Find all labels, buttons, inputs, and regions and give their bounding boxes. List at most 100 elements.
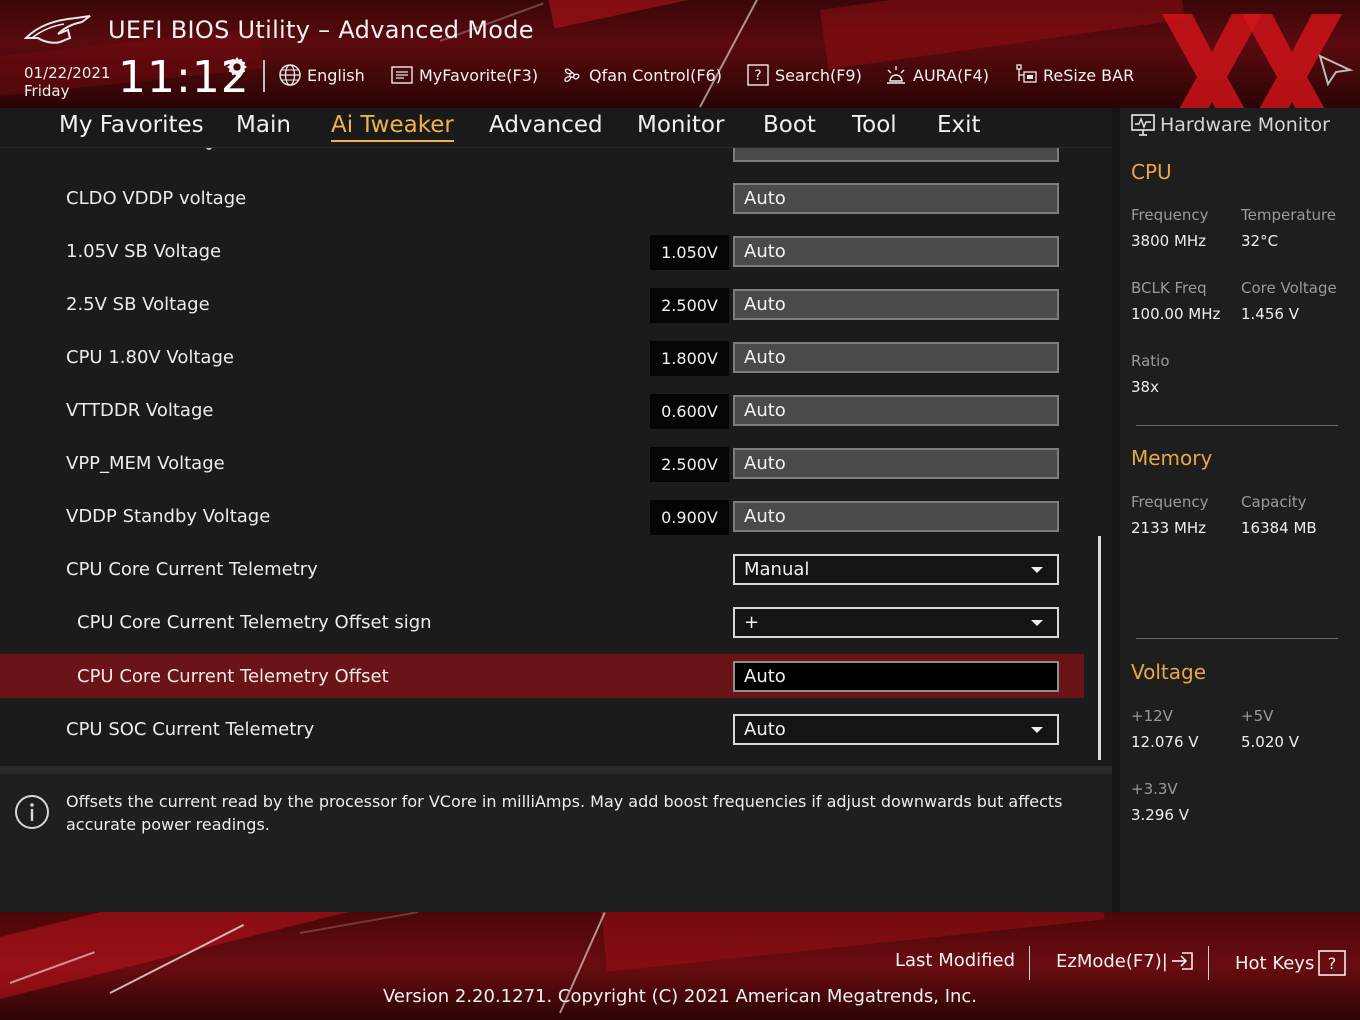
app-title: UEFI BIOS Utility – Advanced Mode [108,16,534,44]
dropdown-value: Auto [744,719,786,740]
setting-row-vttddr[interactable]: VTTDDR Voltage 0.600V Auto [0,388,1084,432]
tab-tool[interactable]: Tool [852,112,897,138]
setting-label: 2.5V SB Voltage [66,294,210,315]
v12-label: +12V [1131,707,1173,725]
hardware-monitor-title: Hardware Monitor [1160,114,1330,136]
setting-row-offset-selected[interactable]: CPU Core Current Telemetry Offset Auto [0,654,1084,698]
tab-exit[interactable]: Exit [937,112,981,138]
core-voltage-label: Core Voltage [1241,279,1337,297]
tab-boot[interactable]: Boot [763,112,816,138]
settings-list: CLDO VDDP voltage Auto 1.05V SB Voltage … [0,148,1112,766]
footer-divider [1208,946,1209,980]
chevron-down-icon [1031,727,1043,733]
chevron-down-icon [1031,620,1043,626]
chevron-down-icon [1031,567,1043,573]
setting-label: CPU Core Current Telemetry [66,559,318,580]
aura-label: AURA(F4) [913,65,989,85]
memory-capacity-label: Capacity [1241,493,1307,511]
qfan-control-label: Qfan Control(F6) [589,65,722,85]
current-voltage-readout: 0.600V [650,394,729,429]
ezmode-label: EzMode(F7)| [1056,950,1168,972]
voltage-heading: Voltage [1131,660,1207,684]
search-button[interactable]: ? Search(F9) [746,62,862,88]
myfavorite-label: MyFavorite(F3) [419,65,539,85]
dropdown-value: + [744,612,760,633]
setting-row-offset-sign[interactable]: CPU Core Current Telemetry Offset sign + [0,600,1084,644]
cpu-heading: CPU [1131,160,1172,184]
v33-label: +3.3V [1131,780,1178,798]
current-voltage-readout: 2.500V [650,288,729,323]
cpu-frequency-value: 3800 MHz [1131,232,1207,250]
ratio-label: Ratio [1131,352,1170,370]
hotkeys-label: Hot Keys [1235,952,1315,974]
setting-label: CPU Core Current Telemetry Offset sign [77,612,432,633]
qfan-control-button[interactable]: Qfan Control(F6) [560,62,722,88]
tab-main[interactable]: Main [236,112,291,138]
setting-value-field[interactable]: Auto [733,448,1059,479]
setting-value-field[interactable]: Auto [733,395,1059,426]
mouse-cursor-icon [1318,54,1354,87]
day-text: Friday [24,82,70,100]
setting-row-cpu-soc-current-telemetry[interactable]: CPU SOC Current Telemetry Auto [0,707,1084,751]
help-panel: Offsets the current read by the processo… [0,774,1112,912]
setting-value-input[interactable]: Auto [733,661,1059,692]
tab-monitor[interactable]: Monitor [637,112,724,138]
setting-row-vpp-mem[interactable]: VPP_MEM Voltage 2.500V Auto [0,441,1084,485]
hotkeys-button[interactable]: Hot Keys ? [1235,950,1347,976]
header-divider [263,60,265,92]
resize-bar-icon [1016,64,1037,83]
ezmode-button[interactable]: EzMode(F7)| [1056,950,1196,972]
current-voltage-readout: 1.800V [650,341,729,376]
v5-label: +5V [1241,707,1274,725]
partial-row-label [66,148,216,156]
tab-ai-tweaker[interactable]: Ai Tweaker [331,112,454,142]
memory-frequency-value: 2133 MHz [1131,519,1207,537]
memory-frequency-label: Frequency [1131,493,1209,511]
setting-label: CPU SOC Current Telemetry [66,719,315,740]
setting-value-field[interactable]: Auto [733,501,1059,532]
setting-label: CPU Core Current Telemetry Offset [77,666,389,687]
favorite-list-icon [391,66,413,84]
resize-bar-label: ReSize BAR [1043,65,1135,85]
exit-arrow-icon [1171,952,1193,970]
settings-gear-icon[interactable] [226,56,248,78]
search-help-icon: ? [747,64,769,86]
fan-icon [564,68,580,83]
aura-button[interactable]: AURA(F4) [884,62,989,88]
setting-row-cpu-1-80v[interactable]: CPU 1.80V Voltage 1.800V Auto [0,335,1084,379]
hardware-monitor-panel: Hardware Monitor CPU Frequency Temperatu… [1120,108,1360,912]
setting-label: VDDP Standby Voltage [66,506,271,527]
svg-text:?: ? [754,68,761,84]
setting-dropdown[interactable]: Manual [733,554,1059,585]
tab-advanced[interactable]: Advanced [489,112,603,138]
myfavorite-button[interactable]: MyFavorite(F3) [390,62,538,88]
aura-light-icon [887,66,905,84]
setting-dropdown[interactable]: + [733,607,1059,638]
setting-dropdown[interactable]: Auto [733,714,1059,745]
help-text: Offsets the current read by the processo… [66,792,1063,834]
setting-value-field[interactable]: Auto [733,342,1059,373]
resize-bar-button[interactable]: ReSize BAR [1014,62,1134,88]
scrollbar[interactable] [1098,536,1101,760]
setting-label: VPP_MEM Voltage [66,453,225,474]
section-divider [1136,425,1338,426]
last-modified-button[interactable]: Last Modified [895,950,1015,971]
setting-row-cpu-core-current-telemetry[interactable]: CPU Core Current Telemetry Manual [0,547,1084,591]
setting-value-field[interactable]: Auto [733,289,1059,320]
language-button[interactable]: English [278,62,365,88]
memory-capacity-value: 16384 MB [1241,519,1317,537]
current-voltage-readout: 2.500V [650,447,729,482]
bclk-label: BCLK Freq [1131,279,1207,297]
setting-row-cldo-vddp[interactable]: CLDO VDDP voltage Auto [0,176,1084,220]
tab-my-favorites[interactable]: My Favorites [59,112,204,138]
setting-row-vddp-standby[interactable]: VDDP Standby Voltage 0.900V Auto [0,494,1084,538]
monitor-icon [1131,114,1155,136]
setting-label: CLDO VDDP voltage [66,188,247,209]
date-text: 01/22/2021 [24,64,111,82]
setting-value-field[interactable]: Auto [733,236,1059,267]
search-label: Search(F9) [775,65,862,85]
setting-value-field[interactable]: Auto [733,183,1059,214]
setting-row-1-05v-sb[interactable]: 1.05V SB Voltage 1.050V Auto [0,229,1084,273]
setting-row-2-5v-sb[interactable]: 2.5V SB Voltage 2.500V Auto [0,282,1084,326]
memory-heading: Memory [1131,446,1213,470]
